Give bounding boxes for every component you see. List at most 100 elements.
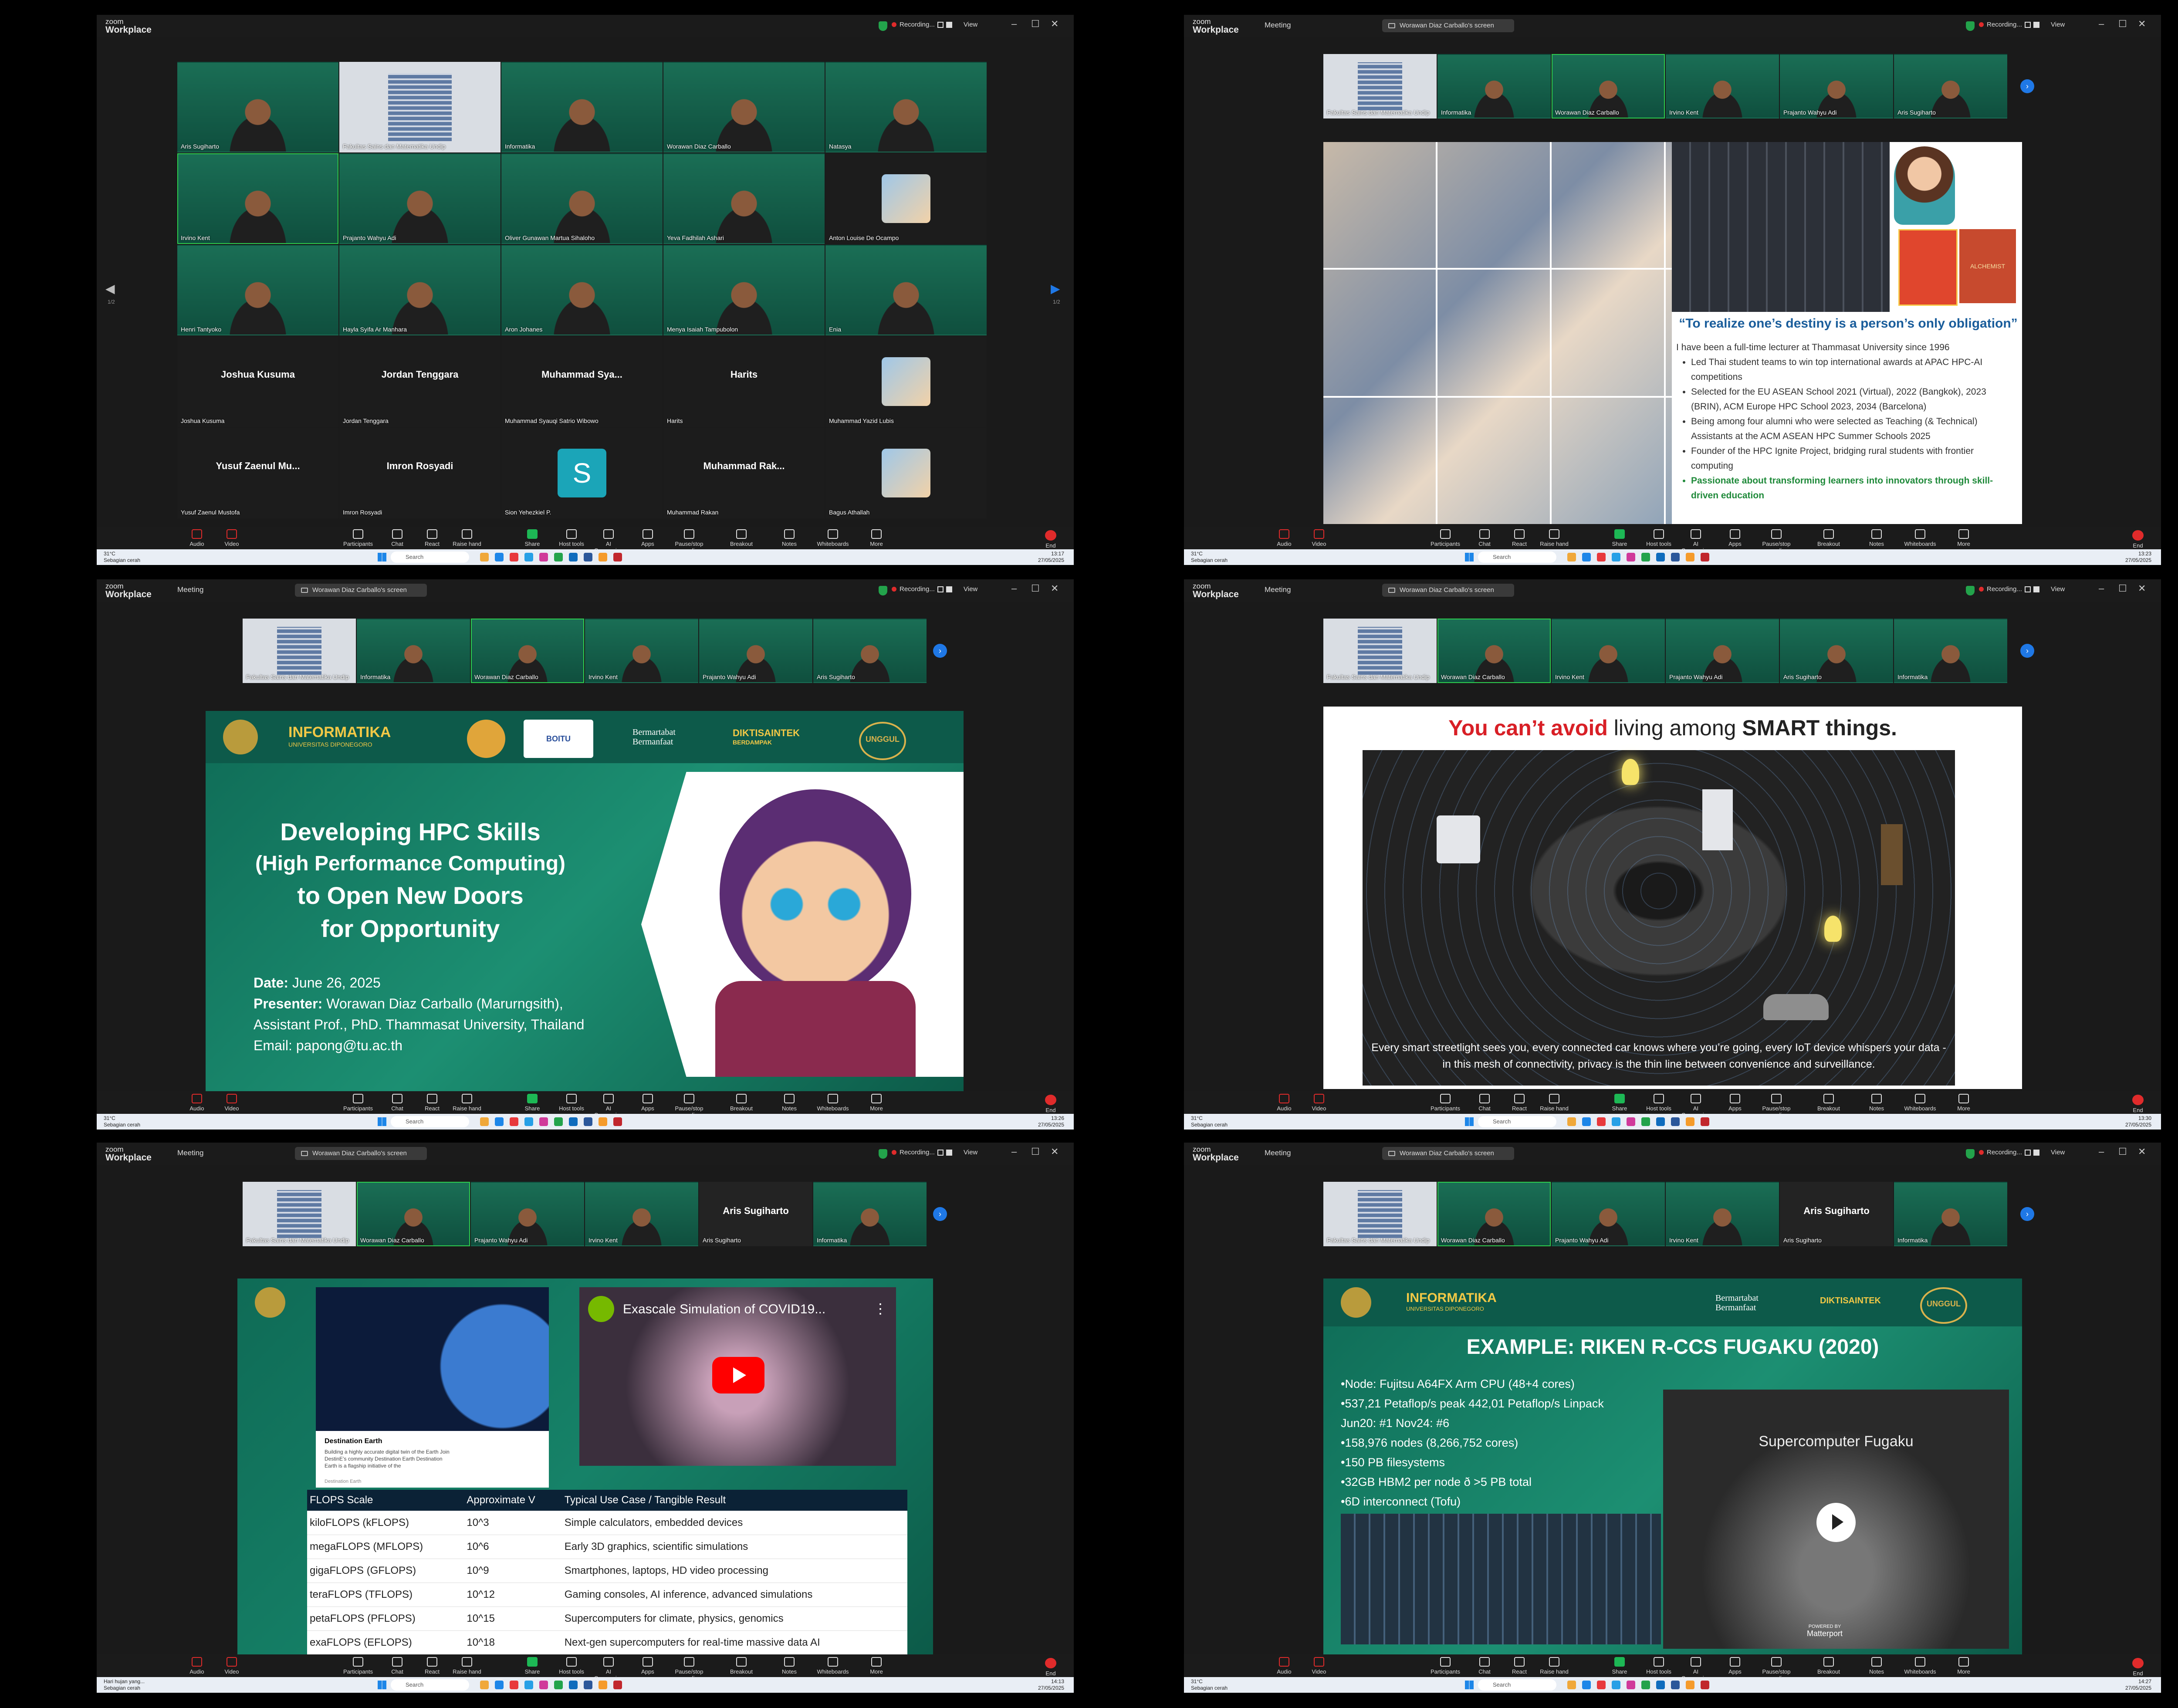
next-page-arrow[interactable]: ›: [2020, 1207, 2034, 1221]
more-button[interactable]: More: [1946, 529, 1981, 547]
weather-widget[interactable]: Hari hujan yang... Sebagian cerah: [104, 1678, 145, 1691]
taskbar-app-icon[interactable]: [1567, 1117, 1576, 1126]
end-button[interactable]: End: [2132, 1095, 2144, 1113]
end-button[interactable]: End: [2132, 1658, 2144, 1677]
chat-button[interactable]: Chat: [380, 1657, 415, 1675]
react-button[interactable]: React: [1502, 1094, 1537, 1112]
apps-button[interactable]: Apps: [630, 1094, 665, 1112]
raise-hand-button[interactable]: Raise hand: [450, 1094, 484, 1112]
taskbar-app-icon[interactable]: [539, 1681, 548, 1689]
stop-recording-icon[interactable]: [2033, 586, 2039, 592]
participant-tile[interactable]: Worawan Diaz Carballo: [663, 62, 825, 152]
weather-widget[interactable]: 31°C Sebagian cerah: [104, 551, 140, 564]
shared-screen-label[interactable]: Worawan Diaz Carballo's screen: [1382, 584, 1514, 597]
participant-tile[interactable]: Jordan Tenggara Jordan Tenggara: [339, 336, 501, 427]
host-tools-button[interactable]: Host tools: [1641, 1657, 1676, 1675]
participant-tile[interactable]: Menya Isaiah Tampubolon: [663, 245, 825, 335]
notes-button[interactable]: Notes: [772, 529, 807, 547]
taskbar-app-icon[interactable]: [1582, 1681, 1591, 1689]
taskbar-app-icon[interactable]: [1641, 1681, 1650, 1689]
host-tools-button[interactable]: Host tools: [554, 1657, 589, 1675]
maximize-icon[interactable]: ☐: [1031, 583, 1040, 594]
taskbar-app-icon[interactable]: [1656, 553, 1665, 561]
share-button[interactable]: Share: [1602, 1657, 1637, 1675]
meeting-menu[interactable]: Meeting: [1265, 585, 1291, 594]
minimize-icon[interactable]: –: [1011, 18, 1017, 30]
audio-button[interactable]: Audio: [179, 1657, 214, 1675]
participant-tile[interactable]: Oliver Gunawan Martua Sihaloho: [501, 153, 663, 244]
taskbar-clock[interactable]: 13:26 27/05/2025: [1038, 1115, 1064, 1128]
minimize-icon[interactable]: –: [2099, 1146, 2104, 1157]
participant-tile[interactable]: Joshua Kusuma Joshua Kusuma: [177, 336, 338, 427]
react-button[interactable]: React: [415, 529, 450, 547]
stop-recording-icon[interactable]: [946, 22, 952, 28]
view-button[interactable]: View: [964, 21, 977, 28]
taskbar-app-icon[interactable]: [524, 1117, 533, 1126]
raise-hand-button[interactable]: Raise hand: [1537, 1094, 1572, 1112]
taskbar-app-icon[interactable]: [569, 1117, 578, 1126]
taskbar-app-icon[interactable]: [1641, 553, 1650, 561]
taskbar-app-icon[interactable]: [1671, 1681, 1680, 1689]
participant-tile[interactable]: Informatika: [813, 1182, 927, 1246]
maximize-icon[interactable]: ☐: [1031, 18, 1040, 30]
recording-indicator[interactable]: Recording...: [1979, 1149, 2022, 1156]
participant-tile[interactable]: Aris Sugiharto: [1780, 619, 1893, 683]
participant-tile[interactable]: Prajanto Wahyu Adi: [1666, 619, 1779, 683]
participant-tile[interactable]: Worawan Diaz Carballo: [1437, 1182, 1551, 1246]
audio-button[interactable]: Audio: [1267, 529, 1302, 547]
windows-start-icon[interactable]: [378, 1681, 386, 1689]
taskbar-clock[interactable]: 13:17 27/05/2025: [1038, 551, 1064, 564]
participant-tile[interactable]: Fakultas Sains dan Matematika Undip: [1323, 1182, 1437, 1246]
participants-button[interactable]: Participants: [1428, 1657, 1463, 1675]
taskbar-app-icon[interactable]: [599, 553, 607, 561]
security-shield-icon[interactable]: [1966, 586, 1975, 595]
video-button[interactable]: Video: [214, 529, 249, 547]
taskbar-clock[interactable]: 13:23 27/05/2025: [2125, 551, 2151, 564]
chat-button[interactable]: Chat: [1467, 1094, 1502, 1112]
taskbar-app-icon[interactable]: [554, 553, 563, 561]
more-button[interactable]: More: [859, 529, 894, 547]
participant-tile[interactable]: Prajanto Wahyu Adi: [1780, 54, 1893, 118]
video-button[interactable]: Video: [214, 1657, 249, 1675]
taskbar-app-icon[interactable]: [1627, 1681, 1635, 1689]
participant-tile[interactable]: Irvino Kent: [1666, 54, 1779, 118]
maximize-icon[interactable]: ☐: [2118, 1146, 2127, 1157]
whiteboards-button[interactable]: Whiteboards: [815, 1094, 850, 1112]
recording-indicator[interactable]: Recording...: [892, 585, 935, 593]
pause-recording-icon[interactable]: [937, 22, 944, 28]
view-button[interactable]: View: [964, 1149, 977, 1156]
audio-button[interactable]: Audio: [1267, 1657, 1302, 1675]
raise-hand-button[interactable]: Raise hand: [450, 529, 484, 547]
taskbar-app-icon[interactable]: [1627, 553, 1635, 561]
participants-button[interactable]: Participants: [341, 529, 375, 547]
security-shield-icon[interactable]: [1966, 21, 1975, 31]
minimize-icon[interactable]: –: [2099, 583, 2104, 594]
stop-recording-icon[interactable]: [2033, 1150, 2039, 1156]
view-button[interactable]: View: [2051, 585, 2065, 593]
participant-tile[interactable]: Informatika: [357, 619, 470, 683]
audio-button[interactable]: Audio: [179, 529, 214, 547]
taskbar-app-icon[interactable]: [1686, 1117, 1694, 1126]
pause-recording-icon[interactable]: [937, 586, 944, 592]
participants-button[interactable]: Participants: [1428, 1094, 1463, 1112]
taskbar-search[interactable]: Search: [1478, 1116, 1556, 1127]
view-button[interactable]: View: [2051, 21, 2065, 28]
participants-button[interactable]: Participants: [341, 1094, 375, 1112]
next-page-arrow[interactable]: ›: [2020, 79, 2034, 93]
taskbar-app-icon[interactable]: [480, 1117, 489, 1126]
taskbar-app-icon[interactable]: [599, 1117, 607, 1126]
taskbar-app-icon[interactable]: [1656, 1117, 1665, 1126]
participant-tile[interactable]: Irvino Kent: [177, 153, 338, 244]
participant-tile[interactable]: Prajanto Wahyu Adi: [1552, 1182, 1665, 1246]
maximize-icon[interactable]: ☐: [2118, 18, 2127, 30]
security-shield-icon[interactable]: [1966, 1149, 1975, 1159]
participant-tile[interactable]: Irvino Kent: [1552, 619, 1665, 683]
notes-button[interactable]: Notes: [772, 1657, 807, 1675]
taskbar-app-icon[interactable]: [1582, 1117, 1591, 1126]
participant-tile[interactable]: Aris Sugiharto: [1894, 54, 2007, 118]
participant-tile[interactable]: Worawan Diaz Carballo: [1552, 54, 1665, 118]
participants-button[interactable]: Participants: [341, 1657, 375, 1675]
next-page-arrow[interactable]: ▶: [1051, 281, 1060, 296]
prev-page-arrow[interactable]: ◀: [105, 281, 115, 296]
notes-button[interactable]: Notes: [772, 1094, 807, 1112]
